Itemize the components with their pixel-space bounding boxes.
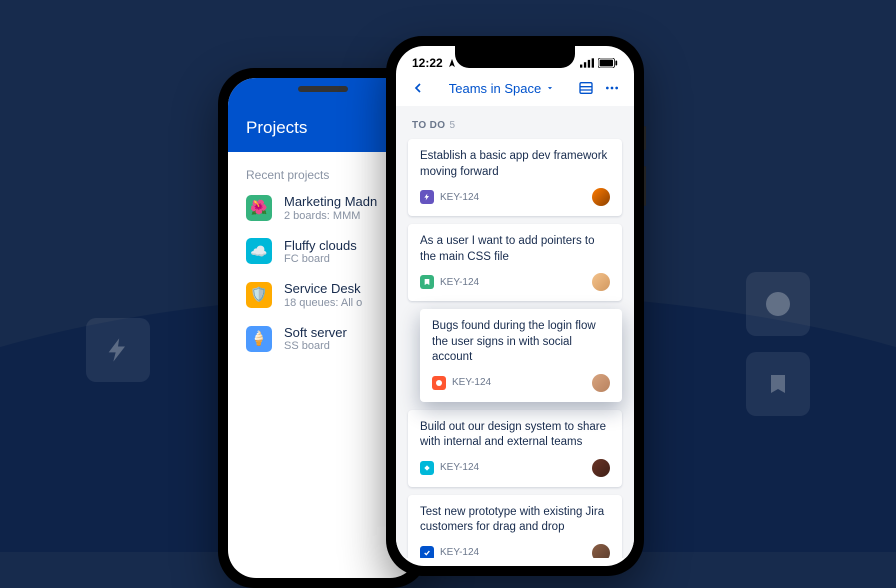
avatar: [592, 374, 610, 392]
project-row[interactable]: ☁️ Fluffy clouds FC board: [246, 238, 400, 266]
more-icon[interactable]: [604, 80, 620, 96]
board-selector[interactable]: Teams in Space: [449, 81, 556, 96]
project-row[interactable]: 🛡️ Service Desk 18 queues: All o: [246, 281, 400, 309]
project-name: Marketing Madn: [284, 194, 377, 210]
avatar: [592, 273, 610, 291]
issue-key: KEY-124: [440, 462, 479, 473]
issue-card[interactable]: Build out our design system to share wit…: [408, 410, 622, 487]
epic-icon: [420, 190, 434, 204]
issue-key: KEY-124: [440, 277, 479, 288]
project-name: Fluffy clouds: [284, 238, 357, 254]
issue-card-dragging[interactable]: Bugs found during the login flow the use…: [420, 309, 622, 402]
bug-icon: [432, 376, 446, 390]
signal-icon: [580, 58, 594, 68]
decorative-tile-lightning: [86, 318, 150, 382]
avatar: [592, 544, 610, 558]
back-header-title: Projects: [246, 118, 307, 137]
card-title: Establish a basic app dev framework movi…: [420, 149, 610, 180]
issue-card[interactable]: Test new prototype with existing Jira cu…: [408, 495, 622, 558]
project-icon: 🍦: [246, 326, 272, 352]
project-row[interactable]: 🍦 Soft server SS board: [246, 325, 400, 353]
back-icon[interactable]: [410, 80, 426, 96]
column-label: TO DO: [412, 120, 445, 131]
project-row[interactable]: 🌺 Marketing Madn 2 boards: MMM: [246, 194, 400, 222]
project-meta: SS board: [284, 340, 347, 352]
board-title: Teams in Space: [449, 81, 542, 96]
issue-key: KEY-124: [440, 547, 479, 558]
columns-icon[interactable]: [578, 80, 594, 96]
avatar: [592, 188, 610, 206]
status-time: 12:22: [412, 56, 443, 70]
decorative-tile-circle: [746, 272, 810, 336]
card-title: As a user I want to add pointers to the …: [420, 234, 610, 265]
column-header: TO DO 5: [412, 120, 618, 131]
card-title: Build out our design system to share wit…: [420, 420, 610, 451]
issue-card[interactable]: Establish a basic app dev framework movi…: [408, 139, 622, 216]
battery-icon: [598, 58, 618, 68]
caret-down-icon: [545, 83, 555, 93]
project-icon: ☁️: [246, 238, 272, 264]
issue-key: KEY-124: [440, 192, 479, 203]
card-title: Test new prototype with existing Jira cu…: [420, 505, 610, 536]
nav-bar: Teams in Space: [396, 74, 634, 106]
issue-key: KEY-124: [452, 377, 491, 388]
project-icon: 🌺: [246, 195, 272, 221]
avatar: [592, 459, 610, 477]
column-count: 5: [449, 120, 455, 131]
story-icon: [420, 275, 434, 289]
project-meta: 2 boards: MMM: [284, 210, 377, 222]
phone-front: 12:22 Teams in Space TO DO 5: [386, 36, 644, 576]
decorative-tile-bookmark: [746, 352, 810, 416]
card-title: Bugs found during the login flow the use…: [432, 319, 610, 366]
change-icon: [420, 461, 434, 475]
project-name: Soft server: [284, 325, 347, 341]
recent-projects-label: Recent projects: [246, 168, 400, 182]
project-name: Service Desk: [284, 281, 362, 297]
issue-card[interactable]: As a user I want to add pointers to the …: [408, 224, 622, 301]
project-meta: 18 queues: All o: [284, 297, 362, 309]
project-icon: 🛡️: [246, 282, 272, 308]
project-meta: FC board: [284, 253, 357, 265]
